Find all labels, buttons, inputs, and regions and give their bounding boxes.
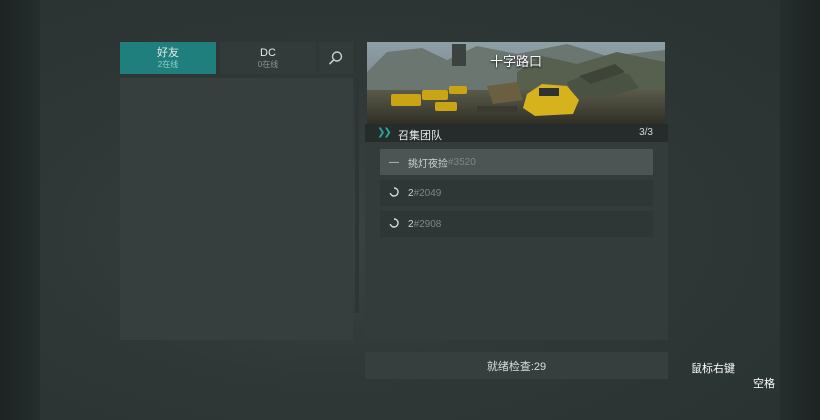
friend-list <box>120 78 353 340</box>
ready-check-button[interactable]: 就绪检查:29 <box>365 352 668 379</box>
tab-dc-label: DC <box>260 46 276 59</box>
chevron-right-icon: ❯❯ <box>377 127 392 138</box>
tab-dc-online: 0在线 <box>257 59 279 69</box>
search-icon <box>329 51 343 65</box>
right-shade <box>780 0 820 420</box>
ready-check-label: 就绪检查:29 <box>486 360 547 373</box>
left-shade <box>0 0 40 420</box>
squad-member[interactable]: 2 #2049 <box>380 180 653 206</box>
map-card: 十字路口 <box>367 42 665 124</box>
squad-member[interactable]: 2 #2908 <box>380 211 653 237</box>
dash-icon: — <box>389 156 399 168</box>
tab-friends[interactable]: 好友 2在线 <box>120 42 216 74</box>
squad-panel: ❯❯ 召集团队 3/3 — 挑灯夜捡 #3520 2 #2049 2 #2908 <box>365 124 668 340</box>
friend-list-scrollbar[interactable] <box>355 78 359 313</box>
squad-label: 召集团队 <box>398 130 442 142</box>
member-tag: #2049 <box>413 187 442 199</box>
member-name: 挑灯夜捡 <box>408 158 448 170</box>
tab-dc[interactable]: DC 0在线 <box>220 42 316 74</box>
loading-icon <box>386 217 402 231</box>
map-title: 十字路口 <box>489 54 542 69</box>
member-tag: #2908 <box>413 218 442 230</box>
squad-header: ❯❯ 召集团队 3/3 <box>365 124 668 142</box>
member-tag: #3520 <box>448 156 476 168</box>
tab-friends-label: 好友 <box>157 46 179 59</box>
search-button[interactable] <box>319 42 353 74</box>
tab-friends-online: 2在线 <box>157 59 179 69</box>
right-click-hint: 鼠标右键 <box>691 363 735 375</box>
loading-icon <box>386 186 402 200</box>
squad-member[interactable]: — 挑灯夜捡 #3520 <box>380 149 653 175</box>
squad-count: 3/3 <box>639 127 653 138</box>
space-hint: 空格 <box>753 378 775 390</box>
